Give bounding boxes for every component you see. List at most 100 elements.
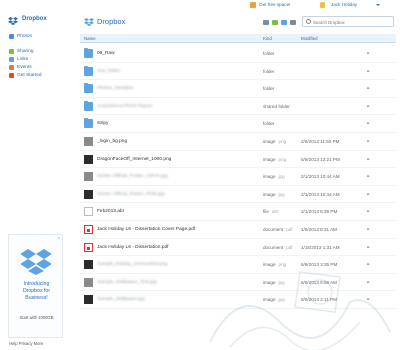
document-icon [84,207,93,217]
file-name[interactable]: Dexter Official_Poster_RGB.jpg [97,192,164,197]
dropbox-logo-icon[interactable] [8,17,18,25]
share-link-icon[interactable]: ⚭ [366,174,370,180]
file-kind: folder [263,51,275,56]
file-kind: folder [263,121,275,127]
dropbox-logo-icon [84,18,94,26]
share-link-icon[interactable]: ⚭ [366,121,370,127]
table-row[interactable]: Dexter Official_Poster_CMYK.jpg image jpg 2… [80,168,396,186]
file-modified: 5/9/2013 12:21 PM [301,156,340,162]
search-box[interactable] [302,16,394,27]
pdf-icon [84,224,93,234]
file-name[interactable]: Jack Holiday L6 - Dissertation.pdf [97,245,168,250]
file-name[interactable]: Sample_holiday_Screenshot.png [97,262,167,267]
sidebar-item-dropbox[interactable]: Dropbox [22,16,47,22]
file-name[interactable]: Dexter Official_Poster_CMYK.jpg [97,174,168,179]
promo-subtitle: Start with 1000GB [19,315,54,320]
file-modified: 1/15/2013 1:31 AM [301,244,340,250]
file-kind: image png [263,156,287,162]
file-name[interactable]: Acquisitions Photo Report [97,104,152,109]
file-kind: folder [263,86,275,92]
image-icon [84,136,93,146]
file-kind: file abr [263,209,279,215]
sidebar-item-label: Get Started [17,72,42,78]
share-link-icon[interactable]: ⚭ [366,209,370,215]
table-row[interactable]: Jack Holiday L6 - Dissertation Cover Pag… [80,221,396,239]
new-folder-icon[interactable] [281,20,287,25]
photos-icon [9,33,14,39]
file-name[interactable]: _login_bg.png [97,139,127,144]
search-icon [306,19,311,24]
upload-icon[interactable] [272,20,278,25]
file-name[interactable]: 09_Raw [97,51,115,56]
share-link-icon[interactable]: ⚭ [366,245,370,251]
sidebar-item-links[interactable]: Links [0,55,70,63]
sidebar: Dropbox Photos Sharing Links Events Get … [0,12,70,350]
column-name[interactable]: Name [84,36,96,41]
search-input[interactable] [313,18,391,26]
table-row[interactable]: _login_bg.png image png 2/6/2013 11:50 PM ⚭ [80,133,396,151]
file-name[interactable]: Jack Holiday L6 - Dissertation Cover Pag… [97,227,195,232]
image-icon [84,295,93,305]
file-name[interactable]: Feb2013.abr [97,209,124,214]
sidebar-nav: Photos Sharing Links Events Get Started [0,32,70,79]
pdf-icon [84,242,93,252]
file-kind: folder [263,68,275,74]
notification-bell-icon[interactable] [320,2,325,8]
footer-links[interactable]: Help Privacy More [9,341,43,346]
business-promo[interactable]: × Introducing Dropbox for Business! Star… [8,234,63,338]
get-started-icon [9,72,14,78]
share-link-icon[interactable]: ⚭ [366,86,370,92]
file-kind: shared folder [263,103,290,109]
share-icon[interactable] [263,20,269,25]
share-link-icon[interactable]: ⚭ [366,192,370,198]
file-name[interactable]: stripy [97,121,108,126]
table-row[interactable]: Feb2013.abr file abr 2/1/2013 6:39 PM ⚭ [80,203,396,221]
file-name[interactable]: DragonFaceOff_Internet_1000.png [97,157,171,162]
chevron-down-icon[interactable] [376,4,380,6]
folder-icon [84,100,93,111]
table-row[interactable]: Acquisitions Photo Report shared folder ⚭ [80,98,396,116]
sidebar-item-label: Sharing [17,48,34,54]
file-browser: Dropbox Name Kind Modified 09_Rawfolder⚭… [80,12,396,350]
image-icon [84,277,93,287]
share-link-icon[interactable]: ⚭ [366,69,370,75]
image-icon [84,260,93,270]
table-row[interactable]: Photos_Samples folder ⚭ [80,80,396,98]
show-deleted-icon[interactable] [290,20,296,25]
sharing-icon [9,48,14,54]
table-row[interactable]: stripy folder ⚭ [80,115,396,133]
sidebar-item-events[interactable]: Events [0,63,70,71]
file-name[interactable]: Photos_Samples [97,86,133,91]
sidebar-item-photos[interactable]: Photos [0,32,70,40]
table-row[interactable]: Dexter Official_Poster_RGB.jpg image jpg 2/… [80,186,396,204]
table-row[interactable]: Sun_folder folder ⚭ [80,63,396,81]
share-link-icon[interactable]: ⚭ [366,157,370,163]
sidebar-item-label: Links [17,56,29,62]
sidebar-item-label: Photos [17,33,32,39]
share-link-icon[interactable]: ⚭ [366,227,370,233]
column-kind[interactable]: Kind [263,36,272,41]
table-row[interactable]: Jack Holiday L6 - Dissertation.pdf docume… [80,239,396,257]
file-kind: image jpg [263,174,285,180]
share-link-icon[interactable]: ⚭ [366,139,370,145]
column-modified[interactable]: Modified [301,36,318,41]
image-icon [84,189,93,199]
sidebar-item-get-started[interactable]: Get Started [0,71,70,79]
share-link-icon[interactable]: ⚭ [366,51,370,57]
image-icon [84,172,93,182]
sidebar-item-sharing[interactable]: Sharing [0,47,70,55]
file-name[interactable]: Sample_Wallpaper_Test.jpg [97,280,157,285]
share-link-icon[interactable]: ⚭ [366,104,370,110]
close-icon[interactable]: × [57,236,60,242]
folder-icon [84,83,93,94]
link-icon [9,56,14,62]
get-free-space-link[interactable]: Get free space! [259,2,290,7]
table-row[interactable]: 09_Raw folder ⚭ [80,45,396,63]
table-header: Name Kind Modified [80,34,396,43]
file-name[interactable]: Sample_Wallpaper.jpg [97,297,145,302]
user-menu[interactable]: Jack Holiday [331,2,357,7]
sidebar-item-label: Events [17,64,32,70]
file-name[interactable]: Sun_folder [97,69,120,74]
dropbox-box-icon [21,249,51,275]
table-row[interactable]: DragonFaceOff_Internet_1000.png image png 5… [80,151,396,169]
